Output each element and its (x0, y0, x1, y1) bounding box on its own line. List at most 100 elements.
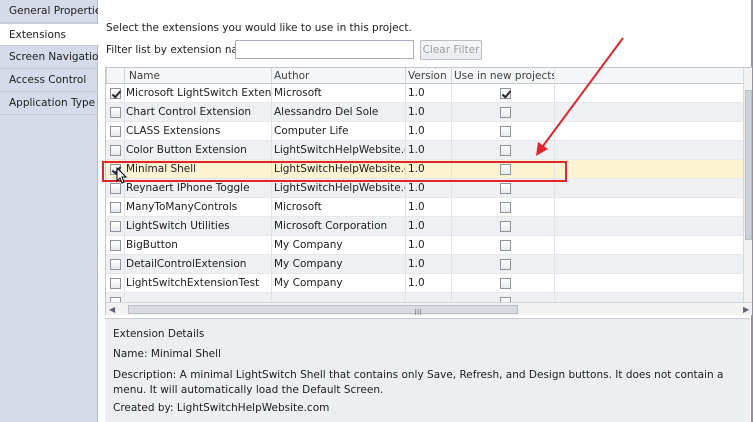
table-row[interactable]: Chart Control Extension Alessandro Del So… (106, 103, 743, 122)
filter-input[interactable] (235, 40, 414, 59)
tab-extensions[interactable]: Extensions (0, 23, 99, 46)
scroll-left-arrow-icon[interactable]: ◀ (109, 304, 115, 315)
use-in-new-projects-checkbox[interactable] (500, 221, 511, 232)
instructions-text: Select the extensions you would like to … (106, 22, 412, 34)
use-in-new-projects-cell (451, 217, 555, 236)
extension-version: 1.0 (405, 103, 451, 122)
tab-general-properties[interactable]: General Properties (0, 0, 107, 23)
use-in-new-projects-cell (451, 84, 555, 103)
grid-header: Name Author Version Use in new projects (106, 68, 743, 84)
extension-name: LightSwitchExtensionTest (124, 274, 271, 293)
extension-author: Alessandro Del Sole (271, 103, 405, 122)
enable-cell (106, 84, 124, 103)
extension-name: ManyToManyControls (124, 198, 271, 217)
enable-extension-checkbox[interactable] (110, 164, 121, 175)
tab-screen-navigation[interactable]: Screen Navigation (0, 46, 105, 69)
details-created-by: Created by: LightSwitchHelpWebsite.com (113, 402, 330, 414)
header-author[interactable]: Author (271, 68, 405, 84)
use-in-new-projects-checkbox[interactable] (500, 278, 511, 289)
vertical-scroll-thumb[interactable] (745, 90, 752, 240)
extension-name: Color Button Extension (124, 141, 271, 160)
scroll-right-arrow-icon[interactable]: ▶ (743, 304, 749, 315)
use-in-new-projects-cell (451, 103, 555, 122)
header-name[interactable]: Name (124, 68, 271, 84)
enable-cell (106, 122, 124, 141)
table-row[interactable]: LightSwitchExtensionTest My Company 1.0 (106, 274, 743, 293)
use-in-new-projects-cell (451, 141, 555, 160)
enable-extension-checkbox[interactable] (110, 259, 121, 270)
extension-author: LightSwitchHelpWebsite.com (271, 179, 405, 198)
header-version[interactable]: Version (405, 68, 451, 84)
grip-icon: ||| (414, 308, 423, 315)
enable-extension-checkbox[interactable] (110, 202, 121, 213)
use-in-new-projects-checkbox[interactable] (500, 259, 511, 270)
extension-version: 1.0 (405, 255, 451, 274)
clear-filter-button[interactable]: Clear Filter (420, 40, 482, 60)
tab-access-control[interactable]: Access Control (0, 69, 97, 92)
extension-author: LightSwitchHelpWebsite.com (271, 141, 405, 160)
extension-version: 1.0 (405, 198, 451, 217)
use-in-new-projects-checkbox[interactable] (500, 88, 511, 99)
table-row[interactable]: DetailControlExtension My Company 1.0 (106, 255, 743, 274)
use-in-new-projects-checkbox[interactable] (500, 145, 511, 156)
enable-extension-checkbox[interactable] (110, 221, 121, 232)
use-in-new-projects-checkbox[interactable] (500, 107, 511, 118)
enable-extension-checkbox[interactable] (110, 107, 121, 118)
tab-application-type[interactable]: Application Type (0, 92, 97, 115)
extension-name: Minimal Shell (124, 160, 271, 179)
enable-extension-checkbox[interactable] (110, 278, 121, 289)
extension-version: 1.0 (405, 141, 451, 160)
enable-extension-checkbox[interactable] (110, 240, 121, 251)
table-row[interactable]: Microsoft LightSwitch ExtensionsMicrosof… (106, 84, 743, 103)
enable-cell (106, 236, 124, 255)
table-row[interactable]: BigButton My Company 1.0 (106, 236, 743, 255)
vertical-scrollbar[interactable] (743, 68, 752, 302)
enable-extension-checkbox[interactable] (110, 126, 121, 137)
enable-extension-checkbox[interactable] (110, 88, 121, 99)
extension-version: 1.0 (405, 179, 451, 198)
extensions-grid: Name Author Version Use in new projects … (105, 67, 752, 315)
horizontal-scrollbar[interactable]: ◀ ||| ▶ (106, 302, 752, 315)
use-in-new-projects-checkbox[interactable] (500, 183, 511, 194)
enable-cell (106, 141, 124, 160)
table-row[interactable]: Reynaert IPhone Toggle LightSwitchHelpWeb… (106, 179, 743, 198)
extension-author: My Company (271, 255, 405, 274)
use-in-new-projects-cell (451, 198, 555, 217)
settings-sidebar: General Properties Extensions Screen Nav… (0, 0, 107, 422)
use-in-new-projects-checkbox[interactable] (500, 202, 511, 213)
enable-cell (106, 217, 124, 236)
extension-version: 1.0 (405, 122, 451, 141)
header-enabled[interactable] (106, 68, 124, 84)
table-row[interactable]: Minimal ShellLightSwitchHelpWebsite.com1… (106, 160, 743, 179)
use-in-new-projects-cell (451, 236, 555, 255)
enable-cell (106, 179, 124, 198)
extension-author: My Company (271, 274, 405, 293)
table-row[interactable]: LightSwitch Utilities Microsoft Corporati… (106, 217, 743, 236)
table-row[interactable]: CLASS Extensions Computer Life 1.0 (106, 122, 743, 141)
enable-cell (106, 198, 124, 217)
extension-name: BigButton (124, 236, 271, 255)
use-in-new-projects-cell (451, 179, 555, 198)
use-in-new-projects-checkbox[interactable] (500, 164, 511, 175)
table-row[interactable]: ManyToManyControls Microsoft 1.0 (106, 198, 743, 217)
use-in-new-projects-checkbox[interactable] (500, 240, 511, 251)
enable-cell (106, 255, 124, 274)
extension-name: Microsoft LightSwitch Extensions (124, 84, 271, 103)
enable-extension-checkbox[interactable] (110, 183, 121, 194)
horizontal-scroll-thumb[interactable]: ||| (128, 305, 518, 315)
extensions-panel: Select the extensions you would like to … (98, 0, 753, 422)
table-row[interactable]: Color Button Extension LightSwitchHelpWeb… (106, 141, 743, 160)
use-in-new-projects-cell (451, 255, 555, 274)
enable-cell (106, 103, 124, 122)
header-use-in-new-projects[interactable]: Use in new projects (451, 68, 555, 84)
extension-details-panel: Extension Details Name: Minimal Shell De… (105, 318, 750, 422)
use-in-new-projects-cell (451, 274, 555, 293)
use-in-new-projects-checkbox[interactable] (500, 126, 511, 137)
extension-version: 1.0 (405, 236, 451, 255)
extension-version: 1.0 (405, 84, 451, 103)
extension-author: Computer Life (271, 122, 405, 141)
enable-extension-checkbox[interactable] (110, 145, 121, 156)
use-in-new-projects-cell (451, 122, 555, 141)
extension-name: DetailControlExtension (124, 255, 271, 274)
extension-version: 1.0 (405, 160, 451, 179)
